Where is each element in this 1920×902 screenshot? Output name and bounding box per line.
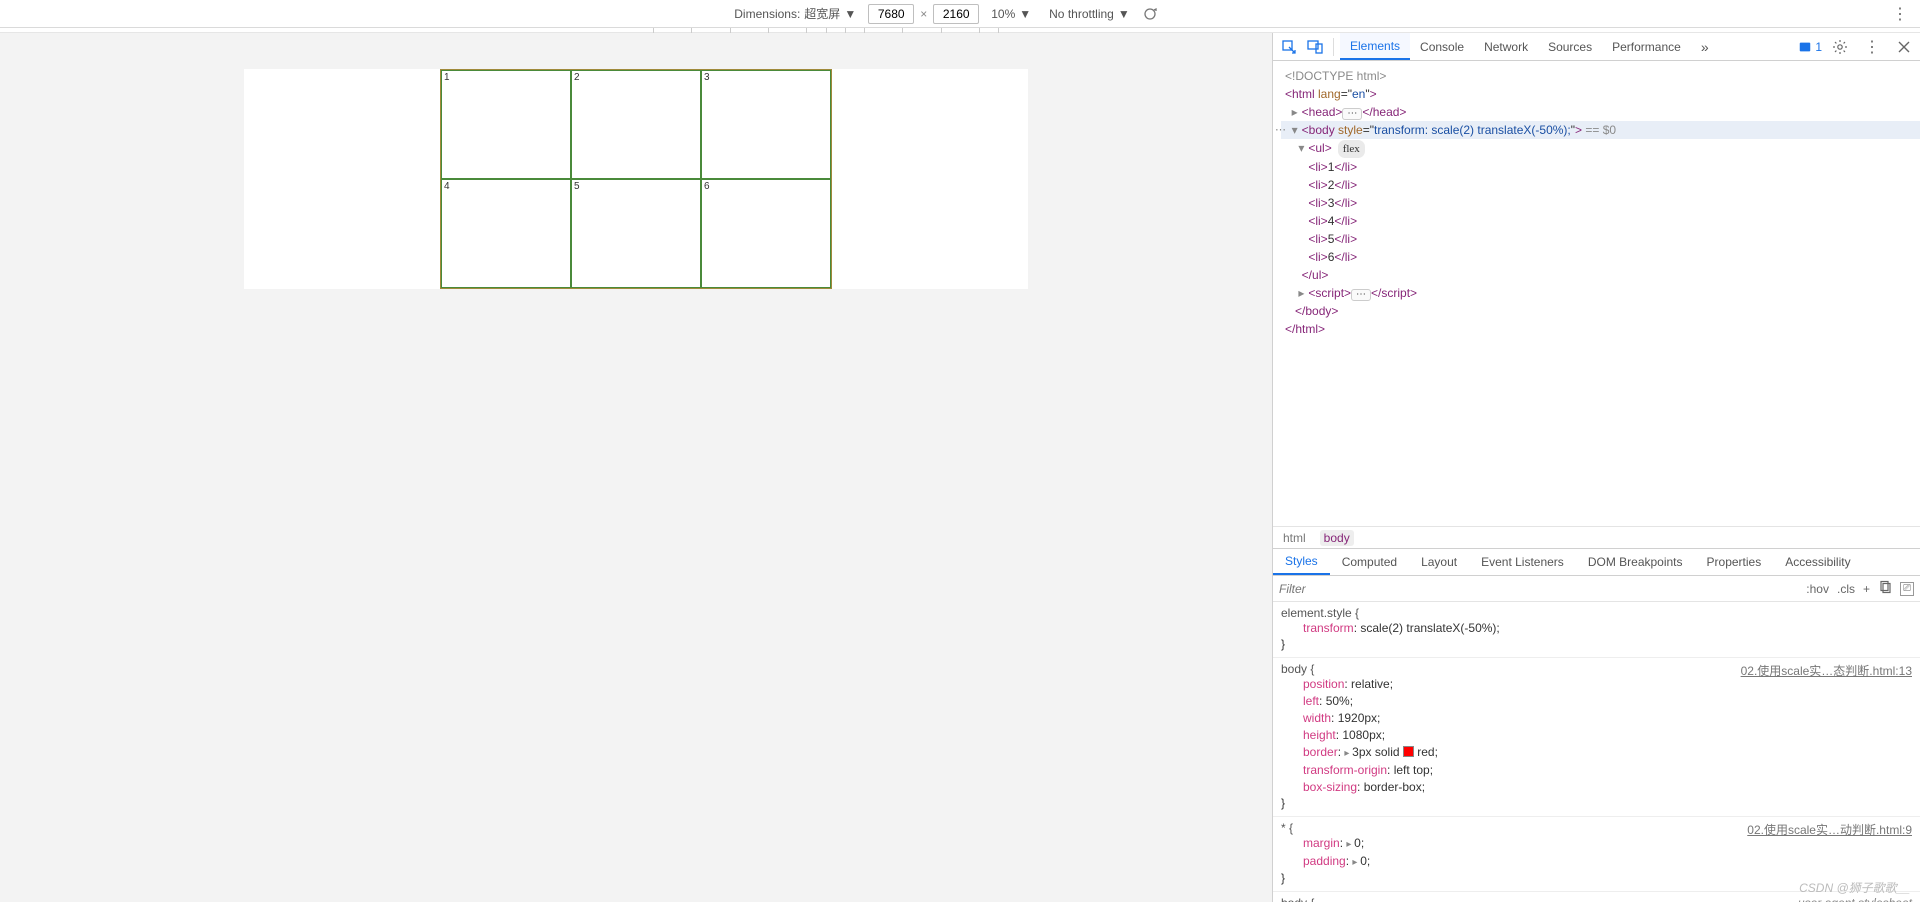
device-name: 超宽屏 — [804, 5, 840, 22]
devtools-tabs: Elements Console Network Sources Perform… — [1340, 33, 1719, 60]
copy-styles-icon[interactable] — [1878, 580, 1892, 597]
breadcrumb-html[interactable]: html — [1283, 531, 1306, 545]
devtools-toolbar: Elements Console Network Sources Perform… — [1273, 33, 1920, 61]
inspect-icon[interactable] — [1277, 35, 1301, 59]
more-icon[interactable]: ⋮ — [1886, 4, 1914, 24]
devtools-panel: Elements Console Network Sources Perform… — [1272, 33, 1920, 902]
issues-count: 1 — [1815, 40, 1822, 54]
tab-performance[interactable]: Performance — [1602, 33, 1691, 60]
devtools-more-icon[interactable]: ⋮ — [1858, 37, 1886, 57]
throttling-value: No throttling — [1049, 7, 1114, 21]
width-input[interactable] — [868, 4, 914, 24]
chevron-down-icon: ▼ — [844, 7, 856, 21]
rule-body: 02.使用scale实…态判断.html:13 body { position:… — [1273, 658, 1920, 817]
rule-star: 02.使用scale实…动判断.html:9 * { margin: ▸ 0; … — [1273, 817, 1920, 892]
dom-tree[interactable]: <!DOCTYPE html> <html lang="en"> ▸<head>… — [1273, 61, 1920, 526]
close-devtools-icon[interactable] — [1892, 35, 1916, 59]
breadcrumb-body[interactable]: body — [1320, 530, 1354, 546]
zoom-value: 10% — [991, 7, 1015, 21]
rotate-icon[interactable] — [1142, 6, 1158, 22]
x-separator: × — [920, 7, 927, 21]
color-swatch-icon[interactable] — [1403, 746, 1414, 757]
styles-pane-header: Styles Computed Layout Event Listeners D… — [1273, 548, 1920, 576]
grid-cell: 2 — [571, 70, 701, 179]
dimensions-select[interactable]: Dimensions: 超宽屏 ▼ — [728, 3, 862, 24]
tab-network[interactable]: Network — [1474, 33, 1538, 60]
grid-cell: 4 — [441, 179, 571, 288]
page-grid: 1 2 3 4 5 6 — [440, 69, 832, 289]
tab-layout[interactable]: Layout — [1409, 549, 1469, 575]
grid-cell: 3 — [701, 70, 831, 179]
tab-sources[interactable]: Sources — [1538, 33, 1602, 60]
device-toggle-icon[interactable] — [1303, 35, 1327, 59]
tab-computed[interactable]: Computed — [1330, 549, 1409, 575]
grid-cell: 5 — [571, 179, 701, 288]
ruler — [0, 28, 1920, 33]
cls-toggle[interactable]: .cls — [1837, 582, 1855, 596]
page-frame: 1 2 3 4 5 6 — [244, 69, 1028, 289]
throttling-select[interactable]: No throttling ▼ — [1043, 5, 1136, 23]
source-link[interactable]: 02.使用scale实…动判断.html:9 — [1747, 821, 1912, 838]
tab-styles[interactable]: Styles — [1273, 549, 1330, 575]
tab-event-listeners[interactable]: Event Listeners — [1469, 549, 1576, 575]
issues-badge[interactable]: 1 — [1798, 40, 1822, 54]
zoom-select[interactable]: 10% ▼ — [985, 5, 1037, 23]
dimensions-label: Dimensions: — [734, 7, 800, 21]
breadcrumb: html body — [1273, 526, 1920, 548]
rule-element-style: element.style { transform: scale(2) tran… — [1273, 602, 1920, 658]
hov-toggle[interactable]: :hov — [1806, 582, 1829, 596]
chevron-down-icon: ▼ — [1019, 7, 1031, 21]
tab-console[interactable]: Console — [1410, 33, 1474, 60]
tab-dom-breakpoints[interactable]: DOM Breakpoints — [1576, 549, 1695, 575]
source-link[interactable]: 02.使用scale实…态判断.html:13 — [1741, 662, 1912, 679]
new-style-rule-icon[interactable]: + — [1863, 582, 1870, 596]
viewport-area: 1 2 3 4 5 6 — [0, 33, 1272, 902]
tab-elements[interactable]: Elements — [1340, 33, 1410, 60]
ua-stylesheet-label: user agent stylesheet — [1798, 896, 1912, 902]
styles-body[interactable]: element.style { transform: scale(2) tran… — [1273, 602, 1920, 902]
tabs-overflow-icon[interactable]: » — [1691, 33, 1719, 60]
toggle-sidebar-icon[interactable]: ⎚ — [1900, 582, 1914, 596]
device-toolbar: Dimensions: 超宽屏 ▼ × 10% ▼ No throttling … — [0, 0, 1920, 28]
styles-filter-row: :hov .cls + ⎚ — [1273, 576, 1920, 602]
styles-filter-input[interactable] — [1279, 582, 1798, 596]
tab-accessibility[interactable]: Accessibility — [1773, 549, 1862, 575]
chevron-down-icon: ▼ — [1118, 7, 1130, 21]
tab-properties[interactable]: Properties — [1695, 549, 1774, 575]
rule-body-ua: user agent stylesheet body { — [1273, 892, 1920, 902]
height-input[interactable] — [933, 4, 979, 24]
grid-cell: 1 — [441, 70, 571, 179]
settings-icon[interactable] — [1828, 35, 1852, 59]
grid-cell: 6 — [701, 179, 831, 288]
